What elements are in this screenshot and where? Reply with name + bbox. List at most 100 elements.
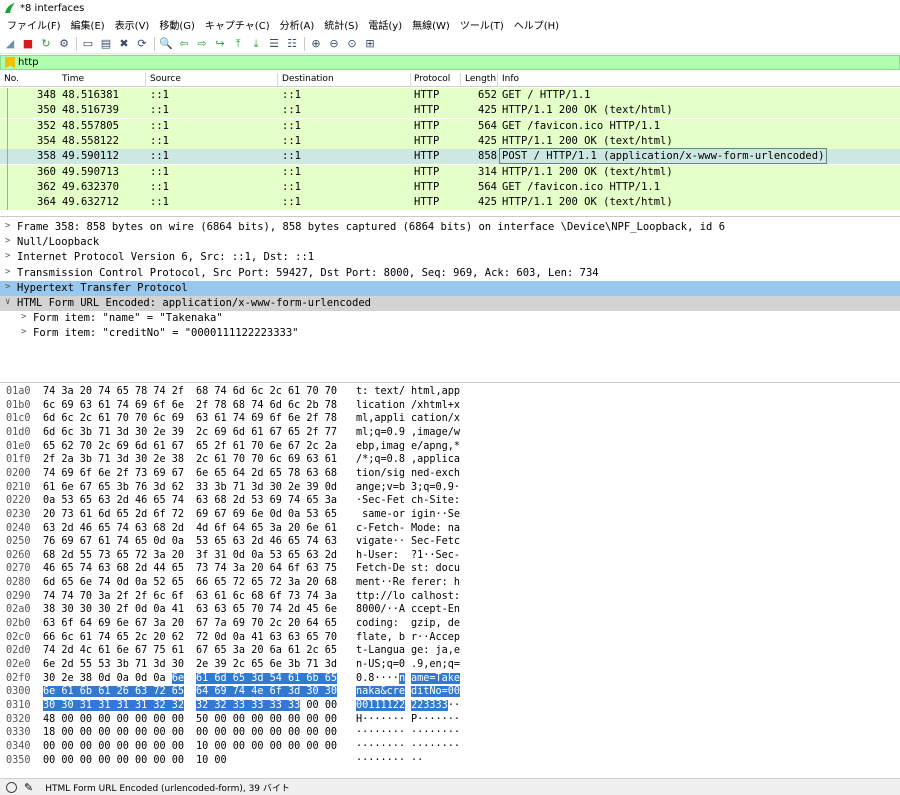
menu-item-9[interactable]: ツール(T) — [455, 17, 509, 32]
hex-bytes-1: 6d 6c 3b 71 3d 30 2e 39 — [43, 427, 184, 438]
packet-no: 350 — [37, 104, 56, 117]
ascii-text-1-plain: ange;v=b — [356, 481, 406, 493]
hex-bytes-1-highlight: 6e 61 6b 61 26 63 72 65 — [43, 686, 185, 698]
column-header-no[interactable]: No. — [4, 74, 19, 84]
options-icon[interactable]: ⚙ — [57, 37, 71, 51]
packet-no: 364 — [37, 196, 56, 209]
packet-row[interactable]: 352 48.557805::1::1 HTTP 564 GET /favicon.ic… — [0, 118, 900, 134]
expert-info-icon[interactable] — [6, 781, 17, 793]
expand-arrow-icon[interactable]: > — [5, 236, 10, 246]
main-toolbar: ◢ ■ ↻ ⚙ ▭ ▤ ✖ ⟳ 🔍 ⇦ ⇨ ↪ ⤒ ⤓ ☰ ☷ ⊕ ⊖ ⊙ ⊞ — [0, 34, 900, 54]
menu-item-8[interactable]: 無線(W) — [407, 17, 455, 32]
colorize-icon[interactable]: ☷ — [285, 37, 299, 51]
ascii-text-2: ········ — [411, 727, 460, 738]
goto-icon[interactable]: ↪ — [213, 37, 227, 51]
reload-icon[interactable]: ⟳ — [135, 37, 149, 51]
capture-comment-icon[interactable]: ✎ — [24, 781, 33, 794]
hex-bytes-2: 4d 6f 64 65 3a 20 6e 61 — [196, 523, 337, 534]
detail-row[interactable]: > Internet Protocol Version 6, Src: ::1, … — [0, 250, 900, 265]
packet-list[interactable]: 348 48.516381::1::1 HTTP 652 GET / HTTP/1.1 3… — [0, 88, 900, 211]
stop-icon[interactable]: ■ — [21, 37, 35, 51]
status-bar: ✎ HTML Form URL Encoded (urlencoded-form… — [0, 778, 900, 795]
hex-row: 0310 30 30 31 31 31 31 32 32 32 32 33 33 3… — [0, 699, 900, 714]
menu-item-6[interactable]: 統計(S) — [319, 17, 363, 32]
find-icon[interactable]: 🔍 — [159, 37, 173, 51]
hex-offset: 0220 — [6, 495, 31, 507]
column-header-length[interactable]: Length — [465, 74, 496, 84]
restart-icon[interactable]: ↻ — [39, 37, 53, 51]
back-icon[interactable]: ⇦ — [177, 37, 191, 51]
resize-columns-icon[interactable]: ⊞ — [363, 37, 377, 51]
display-filter-input[interactable]: http — [18, 57, 39, 68]
packet-row[interactable]: 362 49.632370::1::1 HTTP 564 GET /favicon.ic… — [0, 179, 900, 195]
menu-item-4[interactable]: キャプチャ(C) — [200, 17, 275, 32]
filter-bookmark-icon[interactable] — [5, 56, 15, 69]
last-packet-icon[interactable]: ⤓ — [249, 37, 263, 51]
ascii-text-1-plain: lication — [356, 399, 406, 411]
hex-bytes-2: 63 61 6c 68 6f 73 74 3a — [196, 591, 337, 602]
menu-item-5[interactable]: 分析(A) — [275, 17, 320, 32]
packet-bytes-pane[interactable]: 01a0 74 3a 20 74 65 78 74 2f 68 74 6d 6c 2… — [0, 382, 900, 778]
hex-bytes-2: 65 2f 61 70 6e 67 2c 2a — [196, 441, 337, 452]
ascii-text-2: ditNo=00 — [411, 686, 461, 698]
collapse-arrow-icon[interactable]: ∨ — [5, 297, 10, 307]
ascii-text-2: ned-exch — [411, 468, 460, 479]
forward-icon[interactable]: ⇨ — [195, 37, 209, 51]
packet-row[interactable]: 350 48.516739::1::1 HTTP 425 HTTP/1.1 200 OK… — [0, 103, 900, 119]
save-file-icon[interactable]: ▤ — [99, 37, 113, 51]
detail-row[interactable]: > Transmission Control Protocol, Src Port… — [0, 266, 900, 281]
column-header-source[interactable]: Source — [150, 74, 181, 84]
packet-row[interactable]: 364 49.632712::1::1 HTTP 425 HTTP/1.1 200 OK… — [0, 195, 900, 211]
expand-arrow-icon[interactable]: > — [21, 327, 26, 337]
detail-row[interactable]: ∨ HTML Form URL Encoded: application/x-ww… — [0, 296, 900, 311]
packet-time: 49.632370 — [62, 180, 119, 193]
expand-arrow-icon[interactable]: > — [5, 251, 10, 261]
close-file-icon[interactable]: ✖ — [117, 37, 131, 51]
expand-arrow-icon[interactable]: > — [5, 282, 10, 292]
expand-arrow-icon[interactable]: > — [21, 312, 26, 322]
first-packet-icon[interactable]: ⤒ — [231, 37, 245, 51]
detail-row[interactable]: > Null/Loopback — [0, 235, 900, 250]
ascii-text-1-plain: h-User: — [356, 549, 406, 561]
zoom-out-icon[interactable]: ⊖ — [327, 37, 341, 51]
menu-item-7[interactable]: 電話(y) — [363, 17, 407, 32]
ascii-text-1-plain: ml,appli — [356, 413, 406, 425]
ascii-text-1: ebp,imag — [356, 441, 405, 452]
packet-row[interactable]: 348 48.516381::1::1 HTTP 652 GET / HTTP/1.1 — [0, 88, 900, 103]
ascii-text-1: 8000/··A — [356, 604, 405, 615]
display-filter-bar[interactable]: http — [0, 55, 900, 70]
ascii-text-1: ·Sec-Fet — [356, 495, 405, 506]
detail-row[interactable]: > Form item: "creditNo" = "00001111222233… — [0, 326, 900, 341]
zoom-reset-icon[interactable]: ⊙ — [345, 37, 359, 51]
column-header-time[interactable]: Time — [62, 74, 84, 84]
zoom-in-icon[interactable]: ⊕ — [309, 37, 323, 51]
ascii-text-1-plain: tion/sig — [356, 467, 406, 479]
column-header-protocol[interactable]: Protocol — [414, 74, 450, 84]
expand-arrow-icon[interactable]: > — [5, 267, 10, 277]
hex-bytes-2: 73 74 3a 20 64 6f 63 75 — [196, 563, 337, 574]
hex-offset: 0340 — [6, 740, 31, 752]
packet-row[interactable]: 360 49.590713::1::1 HTTP 314 HTTP/1.1 200 OK… — [0, 164, 900, 180]
ascii-text-2-plain: gzip, de — [411, 618, 461, 630]
hex-row: 0330 18 00 00 00 00 00 00 00 00 00 00 00 0… — [0, 727, 900, 741]
ascii-text-2: 223333·· — [411, 699, 460, 711]
column-header-destination[interactable]: Destination — [282, 74, 334, 84]
packet-destination: ::1 — [282, 196, 301, 209]
hex-bytes-1-plain: 48 00 00 00 00 00 00 00 — [43, 713, 185, 725]
detail-row[interactable]: > Frame 358: 858 bytes on wire (6864 bits… — [0, 220, 900, 235]
menu-item-1[interactable]: 編集(E) — [66, 17, 110, 32]
menu-item-10[interactable]: ヘルプ(H) — [509, 17, 564, 32]
shark-fin-icon[interactable]: ◢ — [3, 37, 17, 51]
autoscroll-icon[interactable]: ☰ — [267, 37, 281, 51]
menu-item-3[interactable]: 移動(G) — [154, 17, 200, 32]
open-file-icon[interactable]: ▭ — [81, 37, 95, 51]
menu-item-0[interactable]: ファイル(F) — [2, 17, 66, 32]
detail-row[interactable]: > Hypertext Transfer Protocol — [0, 280, 900, 296]
column-header-info[interactable]: Info — [502, 74, 519, 84]
packet-row[interactable]: 354 48.558122::1::1 HTTP 425 HTTP/1.1 200 OK… — [0, 133, 900, 149]
menu-item-2[interactable]: 表示(V) — [110, 17, 155, 32]
packet-details-pane[interactable]: > Frame 358: 858 bytes on wire (6864 bits… — [0, 216, 900, 381]
expand-arrow-icon[interactable]: > — [5, 221, 10, 231]
packet-row[interactable]: 358 49.590112::1::1 HTTP 858 POST / HTTP/1.1… — [0, 148, 900, 165]
detail-row[interactable]: > Form item: "name" = "Takenaka" — [0, 311, 900, 326]
